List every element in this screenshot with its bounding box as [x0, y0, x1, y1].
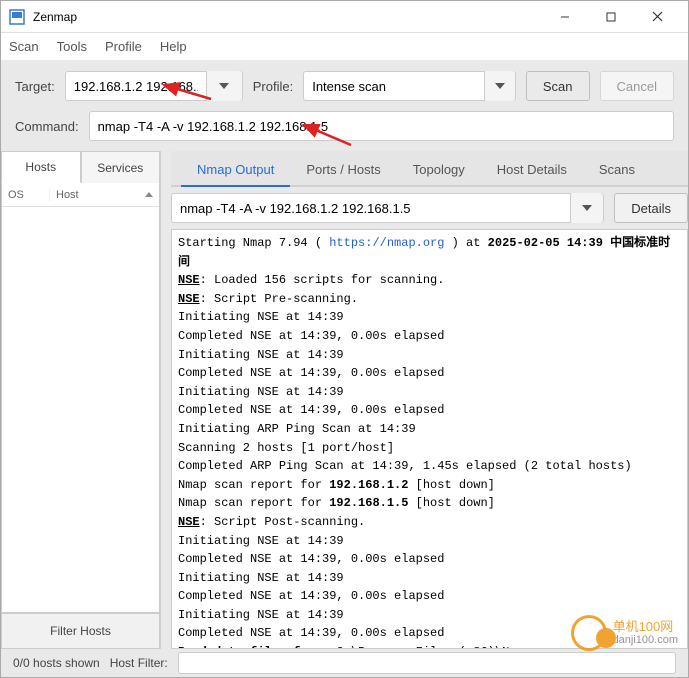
target-combo[interactable] — [65, 71, 243, 101]
menubar: Scan Tools Profile Help — [1, 33, 688, 61]
target-input[interactable] — [66, 72, 206, 100]
main-tabs: Nmap Output Ports / Hosts Topology Host … — [171, 151, 688, 187]
window-title: Zenmap — [33, 10, 542, 24]
scan-button[interactable]: Scan — [526, 71, 590, 101]
tab-nmap-output[interactable]: Nmap Output — [181, 154, 290, 185]
nmap-output-text[interactable]: Starting Nmap 7.94 ( https://nmap.org ) … — [171, 229, 688, 649]
watermark-logo-icon — [571, 615, 607, 651]
command-row: Command: — [1, 111, 688, 151]
command-label: Command: — [15, 119, 79, 134]
tab-topology[interactable]: Topology — [397, 154, 481, 185]
host-filter-label: Host Filter: — [110, 656, 168, 670]
menu-scan[interactable]: Scan — [9, 39, 39, 54]
details-button[interactable]: Details — [614, 193, 688, 223]
host-list: OS Host — [1, 183, 160, 613]
profile-input[interactable] — [304, 72, 484, 100]
right-pane: Nmap Output Ports / Hosts Topology Host … — [161, 151, 688, 649]
output-command-combo[interactable] — [171, 193, 604, 223]
left-pane: Hosts Services OS Host Filter Hosts — [1, 151, 161, 649]
target-label: Target: — [15, 79, 55, 94]
sort-asc-icon — [145, 192, 153, 197]
close-button[interactable] — [634, 2, 680, 32]
command-input[interactable] — [89, 111, 674, 141]
tab-services[interactable]: Services — [81, 151, 161, 183]
maximize-button[interactable] — [588, 2, 634, 32]
statusbar: 0/0 hosts shown Host Filter: — [1, 649, 688, 677]
host-filter-input[interactable] — [178, 652, 676, 674]
nmap-link[interactable]: https://nmap.org — [329, 236, 444, 250]
chevron-down-icon — [219, 83, 229, 89]
tab-scans[interactable]: Scans — [583, 154, 651, 185]
tab-hosts[interactable]: Hosts — [1, 151, 81, 183]
output-command-input[interactable] — [172, 194, 570, 222]
main-area: Hosts Services OS Host Filter Hosts Nmap… — [1, 151, 688, 649]
titlebar: Zenmap — [1, 1, 688, 33]
filter-hosts-button[interactable]: Filter Hosts — [1, 613, 160, 649]
minimize-button[interactable] — [542, 2, 588, 32]
host-col-os[interactable]: OS — [2, 189, 50, 201]
watermark: 单机100网danji100.com — [571, 615, 678, 651]
menu-profile[interactable]: Profile — [105, 39, 142, 54]
profile-dropdown-button[interactable] — [484, 71, 515, 101]
profile-combo[interactable] — [303, 71, 516, 101]
host-col-host[interactable]: Host — [50, 189, 159, 201]
output-command-dropdown[interactable] — [570, 193, 603, 223]
chevron-down-icon — [582, 205, 592, 211]
tab-ports-hosts[interactable]: Ports / Hosts — [290, 154, 396, 185]
profile-label: Profile: — [253, 79, 293, 94]
toolbar: Target: Profile: Scan Cancel — [1, 61, 688, 111]
tab-host-details[interactable]: Host Details — [481, 154, 583, 185]
menu-help[interactable]: Help — [160, 39, 187, 54]
menu-tools[interactable]: Tools — [57, 39, 87, 54]
hosts-shown-count: 0/0 hosts shown — [13, 656, 100, 670]
chevron-down-icon — [495, 83, 505, 89]
side-tabs: Hosts Services — [1, 151, 160, 183]
output-toolbar: Details — [171, 187, 688, 229]
app-icon — [9, 9, 25, 25]
cancel-button: Cancel — [600, 71, 674, 101]
target-dropdown-button[interactable] — [206, 71, 242, 101]
